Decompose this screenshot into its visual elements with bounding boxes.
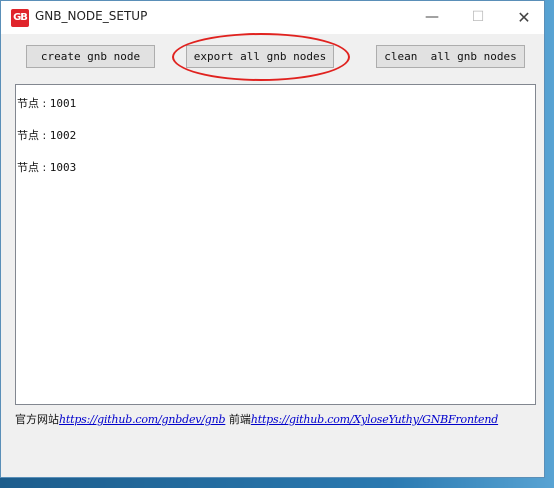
node-id: 1002 — [49, 129, 77, 142]
app-logo-icon: GB — [11, 9, 29, 27]
list-item: 节点 : 1001 — [17, 95, 76, 111]
create-node-button[interactable]: create gnb node — [26, 45, 155, 68]
frontend-link[interactable]: https://github.com/XyloseYuthy/GNBFronte… — [251, 413, 498, 426]
node-output-area[interactable]: 节点 : 1001 节点 : 1002 节点 : 1003 — [15, 84, 536, 405]
list-item: 节点 : 1002 — [17, 127, 76, 143]
app-window: GB GNB_NODE_SETUP — ☐ ✕ create gnb node … — [0, 0, 545, 478]
site-label: 官方网站 — [15, 413, 59, 426]
node-prefix: 节点 : — [17, 129, 50, 142]
close-icon[interactable]: ✕ — [501, 1, 547, 34]
frontend-label: 前端 — [225, 413, 251, 426]
node-id: 1001 — [49, 97, 77, 110]
list-item: 节点 : 1003 — [17, 159, 76, 175]
site-link[interactable]: https://github.com/gnbdev/gnb — [59, 413, 226, 426]
title-bar[interactable]: GB GNB_NODE_SETUP — ☐ ✕ — [1, 1, 544, 34]
node-prefix: 节点 : — [17, 97, 50, 110]
export-nodes-button[interactable]: export all gnb nodes — [186, 45, 334, 68]
window-title: GNB_NODE_SETUP — [35, 9, 148, 23]
clean-nodes-button[interactable]: clean all gnb nodes — [376, 45, 525, 68]
node-id: 1003 — [49, 161, 77, 174]
footer-links: 官方网站https://github.com/gnbdev/gnb 前端http… — [15, 411, 498, 427]
minimize-icon[interactable]: — — [409, 1, 455, 34]
node-prefix: 节点 : — [17, 161, 50, 174]
maximize-icon[interactable]: ☐ — [455, 1, 501, 34]
